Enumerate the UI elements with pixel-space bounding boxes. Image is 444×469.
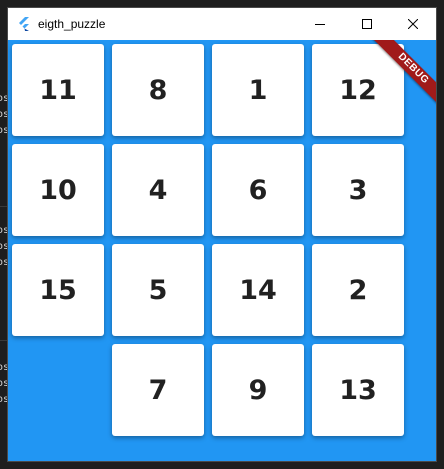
tile-number: 3 bbox=[348, 174, 368, 206]
tile-number: 14 bbox=[239, 274, 277, 306]
tile-number: 11 bbox=[39, 74, 77, 106]
tile-number: 7 bbox=[148, 374, 168, 406]
tile-number: 13 bbox=[339, 374, 377, 406]
tile-number: 4 bbox=[148, 174, 168, 206]
app-window: eigth_puzzle 11 8 1 12 10 4 6 3 15 5 14 … bbox=[8, 8, 436, 461]
tile-number: 12 bbox=[339, 74, 377, 106]
puzzle-tile[interactable]: 6 bbox=[212, 144, 304, 236]
tile-number: 5 bbox=[148, 274, 168, 306]
terminal-text: os bbox=[0, 362, 8, 373]
window-title: eigth_puzzle bbox=[38, 17, 106, 31]
background-terminal: os os os os os os os os os bbox=[0, 0, 8, 469]
terminal-text: os bbox=[0, 378, 8, 389]
tile-number: 2 bbox=[348, 274, 368, 306]
tile-number: 15 bbox=[39, 274, 77, 306]
puzzle-tile[interactable]: 3 bbox=[312, 144, 404, 236]
puzzle-tile[interactable]: 11 bbox=[12, 44, 104, 136]
terminal-text: os bbox=[0, 109, 8, 120]
puzzle-tile[interactable]: 9 bbox=[212, 344, 304, 436]
puzzle-tile[interactable]: 1 bbox=[212, 44, 304, 136]
puzzle-tile[interactable]: 14 bbox=[212, 244, 304, 336]
maximize-button[interactable] bbox=[344, 8, 390, 40]
terminal-text: os bbox=[0, 225, 8, 236]
maximize-icon bbox=[362, 19, 372, 29]
close-icon bbox=[408, 19, 418, 29]
puzzle-tile[interactable]: 10 bbox=[12, 144, 104, 236]
puzzle-tile[interactable]: 7 bbox=[112, 344, 204, 436]
flutter-logo-icon bbox=[16, 16, 32, 32]
tile-number: 10 bbox=[39, 174, 77, 206]
minimize-button[interactable] bbox=[297, 8, 343, 40]
puzzle-tile[interactable]: 13 bbox=[312, 344, 404, 436]
minimize-icon bbox=[315, 24, 325, 25]
terminal-text: os bbox=[0, 93, 8, 104]
terminal-divider bbox=[0, 206, 8, 207]
tile-number: 1 bbox=[248, 74, 268, 106]
terminal-text: os bbox=[0, 257, 8, 268]
puzzle-tile[interactable]: 8 bbox=[112, 44, 204, 136]
tile-number: 6 bbox=[248, 174, 268, 206]
terminal-text: os bbox=[0, 241, 8, 252]
puzzle-board: 11 8 1 12 10 4 6 3 15 5 14 2 7 9 13 DEBU… bbox=[8, 40, 436, 461]
puzzle-tile[interactable]: 4 bbox=[112, 144, 204, 236]
tile-number: 9 bbox=[248, 374, 268, 406]
puzzle-tile[interactable]: 12 bbox=[312, 44, 404, 136]
title-bar[interactable]: eigth_puzzle bbox=[8, 8, 436, 40]
terminal-text: os bbox=[0, 394, 8, 405]
puzzle-tile[interactable]: 2 bbox=[312, 244, 404, 336]
tile-number: 8 bbox=[148, 74, 168, 106]
terminal-divider bbox=[0, 340, 8, 341]
terminal-text: os bbox=[0, 125, 8, 136]
close-button[interactable] bbox=[390, 8, 436, 40]
puzzle-tile[interactable]: 5 bbox=[112, 244, 204, 336]
puzzle-tile[interactable]: 15 bbox=[12, 244, 104, 336]
